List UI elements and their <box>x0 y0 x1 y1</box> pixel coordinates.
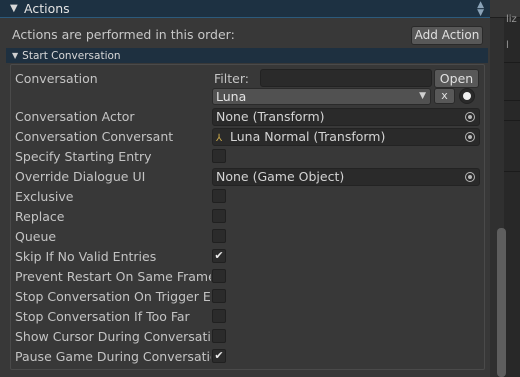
toggle-label: Replace <box>15 209 65 224</box>
object-picker-icon[interactable] <box>465 132 475 142</box>
conversation-selected: Luna <box>216 89 247 104</box>
starting-entry-label: Specify Starting Entry <box>15 149 152 164</box>
start-conversation-header[interactable]: ▼ Start Conversation <box>6 48 488 63</box>
scrollbar-thumb[interactable] <box>497 228 506 377</box>
override-dialogue-ui-field[interactable]: None (Game Object) <box>212 168 480 186</box>
conversation-dropdown[interactable]: Luna ▼ <box>212 88 431 105</box>
checkmark-icon: ✔ <box>214 349 224 362</box>
exclusive-checkbox[interactable] <box>212 189 226 203</box>
open-button[interactable]: Open <box>434 69 479 88</box>
toggle-label: Exclusive <box>15 189 74 204</box>
override-ui-value: None (Game Object) <box>216 169 345 184</box>
actions-order-text: Actions are performed in this order: <box>12 27 235 42</box>
actor-value: None (Transform) <box>216 109 325 124</box>
toggle-label: Queue <box>15 229 57 244</box>
queue-checkbox[interactable] <box>212 229 226 243</box>
object-picker-icon[interactable] <box>465 112 475 122</box>
actions-foldout-header[interactable]: ▼ Actions ▲ ▼ <box>0 0 490 18</box>
pause-game-checkbox[interactable]: ✔ <box>212 349 226 363</box>
clear-conversation-button[interactable]: x <box>434 88 455 104</box>
toggle-label: Stop Conversation On Trigger Exit <box>15 289 211 304</box>
stop-if-too-far-checkbox[interactable] <box>212 309 226 323</box>
actions-title: Actions <box>24 1 70 16</box>
dropdown-arrow-icon: ▼ <box>419 91 426 101</box>
side-clip-text-2: l <box>506 40 509 51</box>
up-down-chevron-icon[interactable]: ▲ ▼ <box>477 1 484 18</box>
toggle-label: Show Cursor During Conversation <box>15 329 211 344</box>
add-action-button[interactable]: Add Action <box>411 26 483 45</box>
section-title: Start Conversation <box>22 49 121 62</box>
side-clip-text: liz <box>506 14 517 25</box>
toggle-label: Stop Conversation If Too Far <box>15 309 190 324</box>
collapse-triangle-icon[interactable]: ▼ <box>12 51 18 60</box>
transform-axis-icon: ⅄ <box>216 133 223 144</box>
conversant-value: Luna Normal (Transform) <box>230 129 386 144</box>
checkmark-icon: ✔ <box>214 249 224 262</box>
object-picker-icon[interactable] <box>465 172 475 182</box>
show-cursor-checkbox[interactable] <box>212 329 226 343</box>
toggle-label: Pause Game During Conversation <box>15 349 211 364</box>
conversation-label: Conversation <box>15 71 98 86</box>
toggle-label: Prevent Restart On Same Frame Ended <box>15 269 211 284</box>
prevent-restart-checkbox[interactable] <box>212 269 226 283</box>
collapse-triangle-icon[interactable]: ▼ <box>10 3 24 14</box>
filter-input[interactable] <box>260 69 432 87</box>
starting-entry-checkbox[interactable] <box>212 149 226 163</box>
conversation-conversant-field[interactable]: ⅄ Luna Normal (Transform) <box>212 128 480 146</box>
conversation-actor-label: Conversation Actor <box>15 109 135 124</box>
skip-if-no-valid-entries-checkbox[interactable]: ✔ <box>212 249 226 263</box>
toggle-label: Skip If No Valid Entries <box>15 249 157 264</box>
conversation-conversant-label: Conversation Conversant <box>15 129 174 144</box>
stop-on-trigger-exit-checkbox[interactable] <box>212 289 226 303</box>
filter-label: Filter: <box>214 71 249 86</box>
conversation-actor-field[interactable]: None (Transform) <box>212 108 480 126</box>
override-dialogue-ui-label: Override Dialogue UI <box>15 169 146 184</box>
replace-checkbox[interactable] <box>212 209 226 223</box>
object-picker-icon[interactable] <box>459 88 475 104</box>
